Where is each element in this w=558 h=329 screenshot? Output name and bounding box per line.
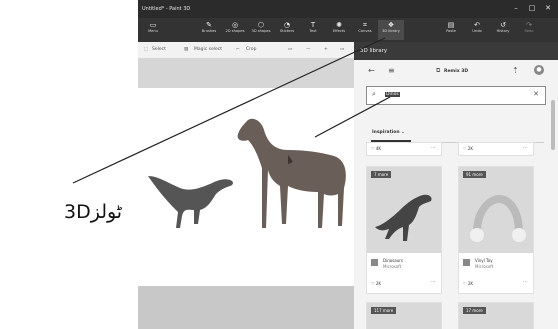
callout-label: 3Dٹولز	[64, 201, 123, 223]
leader-line-search	[314, 96, 391, 138]
callout-leader-lines	[72, 37, 391, 184]
leader-line-toolbar	[72, 37, 386, 184]
